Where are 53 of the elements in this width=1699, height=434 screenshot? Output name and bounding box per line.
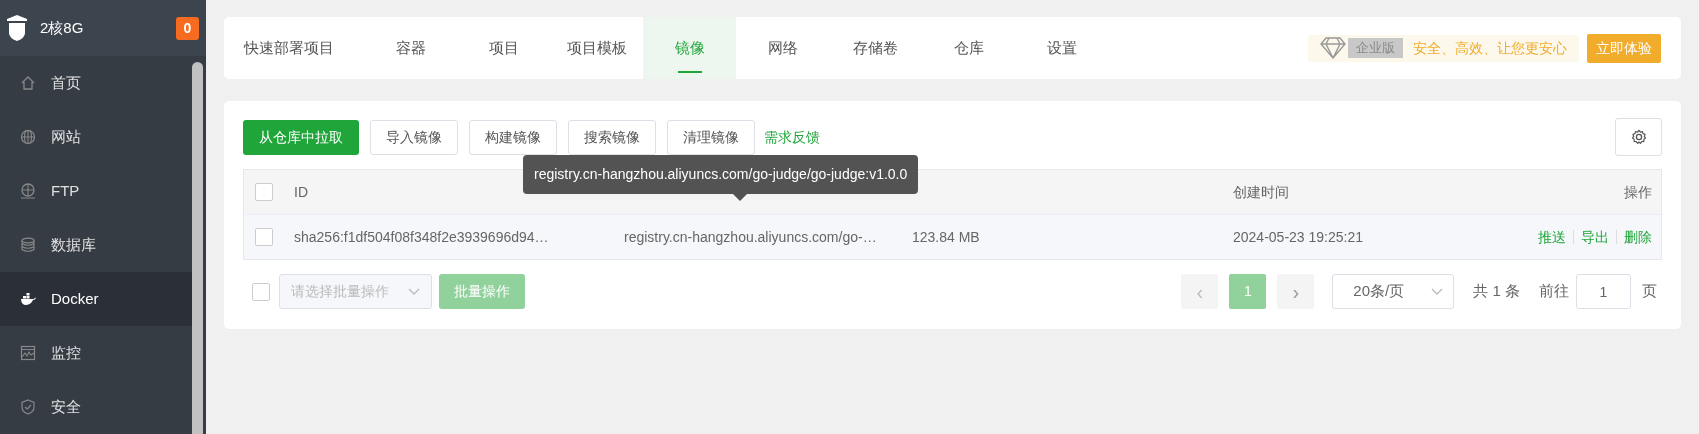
sidebar-item[interactable]: 安全 [0,380,193,434]
shield-icon [20,399,36,415]
sidebar-item[interactable]: 数据库 [0,218,193,272]
settings-button[interactable] [1615,118,1662,156]
diamond-icon [1320,37,1346,59]
page-size-value: 20条/页 [1353,281,1405,302]
sidebar-item[interactable]: FTP [0,164,193,218]
select-all-checkbox[interactable] [255,183,273,201]
tab[interactable]: 网络 [736,17,829,79]
globe-icon [20,129,36,145]
tab[interactable]: 快速部署项目 [244,17,364,79]
batch-placeholder: 请选择批量操作 [291,282,389,301]
sidebar-item[interactable]: Docker [0,272,193,326]
chevron-down-icon [408,287,420,296]
tab[interactable]: 项目 [457,17,550,79]
server-logo-icon [6,15,28,41]
sidebar-item[interactable]: 首页 [0,56,193,110]
total-count: 共 1 条 [1473,281,1520,302]
table-cell-text: 2024-05-23 19:25:21 [1233,227,1364,247]
tab[interactable]: 仓库 [922,17,1015,79]
settings-icon [1630,129,1647,145]
page-size-select[interactable]: 20条/页 [1332,274,1455,309]
tab[interactable]: 项目模板 [550,17,643,79]
tab[interactable]: 存储卷 [829,17,922,79]
scrollbar[interactable] [192,62,203,434]
chevron-down-icon [1431,287,1444,296]
tab[interactable]: 设置 [1015,17,1108,79]
toolbar-button[interactable]: 搜索镜像 [568,119,656,155]
goto-label: 前往 [1539,281,1569,302]
tab[interactable]: 容器 [364,17,457,79]
column-header: 创建时间 [1233,182,1290,202]
home-icon [20,75,36,91]
page-input[interactable]: 1 [1576,274,1631,309]
sidebar-item[interactable]: 监控 [0,326,193,380]
toolbar-button[interactable]: 清理镜像 [667,119,755,155]
table-cell-text: registry.cn-hangzhou.aliyuncs.com/go-… [624,227,878,247]
column-header: ID [294,182,309,202]
toolbar-button[interactable]: 构建镜像 [469,119,557,155]
toolbar-button[interactable]: 导入镜像 [370,119,458,155]
server-name: 2核8G [40,17,85,38]
database-icon [20,237,36,253]
column-header: 操作 [1624,182,1653,202]
edition-label: 企业版 [1348,38,1403,58]
sidebar-item[interactable]: 网站 [0,110,193,164]
table-cell-text: sha256:f1df504f08f348f2e3939696d94… [294,227,550,247]
tooltip-text: registry.cn-hangzhou.aliyuncs.com/go-judge/go-judge:v1.0.0 [534,165,908,184]
promo-text: 安全、高效、让您更安心 [1413,38,1567,58]
whale-icon [20,291,36,307]
table-cell-text: 123.84 MB [912,227,981,247]
globe-icon [20,183,36,199]
chart-icon [20,345,36,361]
page-suffix: 页 [1642,281,1657,302]
row-checkbox[interactable] [255,228,273,246]
